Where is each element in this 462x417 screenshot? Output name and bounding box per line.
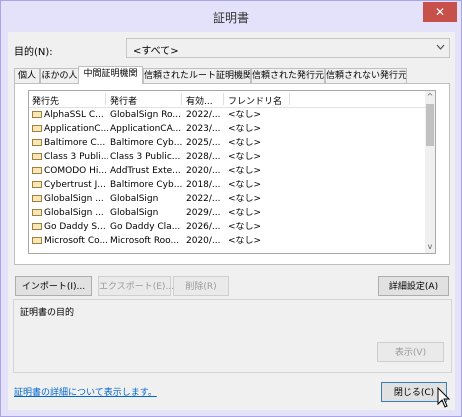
expiration-date: 2026/... (186, 222, 221, 232)
table-row[interactable]: Class 3 Publi... Class 3 Public... 2028/… (29, 152, 425, 163)
window-title: 証明書 (212, 11, 249, 25)
table-row[interactable]: Cybertrust J... Baltimore Cyb... 2018/..… (29, 180, 425, 191)
issued-to: Baltimore C... (44, 138, 106, 148)
column-divider (289, 93, 290, 105)
view-button[interactable]: 表示(V) (377, 342, 444, 362)
friendly-name: <なし> (228, 236, 262, 246)
friendly-name: <なし> (228, 152, 262, 162)
expiration-date: 2018/... (186, 180, 221, 190)
issued-by: AddTrust Exte... (110, 166, 181, 176)
friendly-name: <なし> (228, 110, 262, 120)
expiration-date: 2020/... (186, 236, 221, 246)
issued-to: GlobalSign ... (44, 208, 104, 218)
list-header: 発行先 発行者 有効... フレンドリ名 (29, 91, 425, 108)
tab-untrusted-publishers[interactable]: 信頼されない発行元 (325, 68, 407, 83)
certificate-list[interactable]: 発行先 発行者 有効... フレンドリ名 AlphaSSL C... Globa… (28, 90, 436, 254)
expiration-date: 2022/... (186, 110, 221, 120)
vertical-scrollbar[interactable]: ^ v (425, 91, 435, 253)
expiration-date: 2029/... (186, 208, 221, 218)
certificate-icon (32, 125, 42, 132)
column-divider (105, 93, 106, 105)
tab-panel: 発行先 発行者 有効... フレンドリ名 AlphaSSL C... Globa… (14, 83, 450, 265)
tab-trusted-publishers[interactable]: 信頼された発行元 (251, 68, 325, 83)
friendly-name: <なし> (228, 222, 262, 232)
column-divider (181, 93, 182, 105)
issued-by: ApplicationCA... (110, 124, 182, 134)
title-bar: 証明書 ✕ (1, 1, 461, 31)
issued-by: Baltimore Cyb... (110, 138, 183, 148)
column-expiration[interactable]: 有効... (186, 94, 222, 107)
issued-to: Go Daddy S... (44, 222, 106, 232)
table-row[interactable]: AlphaSSL C... GlobalSign Ro... 2022/... … (29, 110, 425, 121)
expiration-date: 2020/... (186, 166, 221, 176)
friendly-name: <なし> (228, 194, 262, 204)
issued-to: GlobalSign ... (44, 194, 104, 204)
issued-by: Go Daddy Cla... (110, 222, 181, 232)
expiration-date: 2025/... (186, 138, 221, 148)
certificate-icon (32, 139, 42, 146)
certificate-icon (32, 209, 42, 216)
certificate-purpose-label: 証明書の目的 (20, 308, 75, 318)
certificate-icon (32, 223, 42, 230)
table-row[interactable]: Baltimore C... Baltimore Cyb... 2025/...… (29, 138, 425, 149)
remove-button[interactable]: 削除(R) (173, 276, 229, 296)
scroll-thumb[interactable] (426, 104, 434, 146)
purpose-select[interactable]: <すべて> (126, 38, 450, 58)
friendly-name: <なし> (228, 124, 262, 134)
column-issued-to[interactable]: 発行先 (32, 94, 102, 107)
certificate-icon (32, 167, 42, 174)
certificate-icon (32, 181, 42, 188)
issued-to: Microsoft Co... (44, 236, 108, 246)
purpose-label: 目的(N): (14, 47, 53, 58)
certificate-icon (32, 195, 42, 202)
expiration-date: 2023/... (186, 124, 221, 134)
issued-to: Cybertrust J... (44, 180, 106, 190)
table-row[interactable]: COMODO Hi... AddTrust Exte... 2020/... <… (29, 166, 425, 177)
certificate-icon (32, 111, 42, 118)
issued-to: ApplicationC... (44, 124, 108, 134)
tab-intermediate-ca[interactable]: 中間証明機関 (78, 66, 143, 84)
close-window-button[interactable]: ✕ (423, 2, 457, 22)
issued-by: GlobalSign (110, 208, 159, 218)
friendly-name: <なし> (228, 180, 262, 190)
certificate-window: 証明書 ✕ 目的(N): <すべて> 個人 ほかの人 中間証明機関 信頼されたル… (0, 0, 462, 417)
expiration-date: 2022/... (186, 194, 221, 204)
issued-by: GlobalSign Ro... (110, 110, 181, 120)
column-divider (223, 93, 224, 105)
certificate-purpose-group: 証明書の目的 表示(V) (13, 299, 452, 373)
table-row[interactable]: GlobalSign ... GlobalSign 2029/... <なし> (29, 208, 425, 219)
tab-other-people[interactable]: ほかの人 (40, 68, 79, 83)
chevron-down-icon (436, 41, 445, 56)
friendly-name: <なし> (228, 166, 262, 176)
table-row[interactable]: GlobalSign ... GlobalSign 2022/... <なし> (29, 194, 425, 205)
table-row[interactable]: Microsoft Co... Microsoft Roo... 2020/..… (29, 236, 425, 247)
issued-by: Class 3 Public... (110, 152, 181, 162)
expiration-date: 2028/... (186, 152, 221, 162)
friendly-name: <なし> (228, 208, 262, 218)
certificate-icon (32, 237, 42, 244)
advanced-button[interactable]: 詳細設定(A) (378, 276, 449, 296)
column-friendly-name[interactable]: フレンドリ名 (228, 94, 288, 107)
table-row[interactable]: ApplicationC... ApplicationCA... 2023/..… (29, 124, 425, 135)
friendly-name: <なし> (228, 138, 262, 148)
export-button[interactable]: エクスポート(E)... (98, 276, 174, 296)
dialog-body: 目的(N): <すべて> 個人 ほかの人 中間証明機関 信頼されたルート証明機関… (8, 32, 455, 410)
purpose-value: <すべて> (133, 46, 179, 57)
issued-to: AlphaSSL C... (44, 110, 104, 120)
issued-to: COMODO Hi... (44, 166, 107, 176)
column-issued-by[interactable]: 発行者 (110, 94, 180, 107)
import-button[interactable]: インポート(I)... (15, 276, 92, 296)
tab-trusted-root-ca[interactable]: 信頼されたルート証明機関 (143, 68, 251, 83)
table-row[interactable]: Go Daddy S... Go Daddy Cla... 2026/... <… (29, 222, 425, 233)
issued-by: Microsoft Roo... (110, 236, 180, 246)
certificate-details-link[interactable]: 証明書の詳細について表示します。 (14, 385, 157, 398)
tab-personal[interactable]: 個人 (14, 68, 40, 83)
issued-by: Baltimore Cyb... (110, 180, 183, 190)
scroll-down-icon[interactable]: v (425, 242, 435, 251)
mouse-cursor-icon (437, 386, 451, 412)
scroll-up-icon[interactable]: ^ (425, 92, 435, 101)
issued-to: Class 3 Publi... (44, 152, 108, 162)
issued-by: GlobalSign (110, 194, 159, 204)
certificate-icon (32, 153, 42, 160)
